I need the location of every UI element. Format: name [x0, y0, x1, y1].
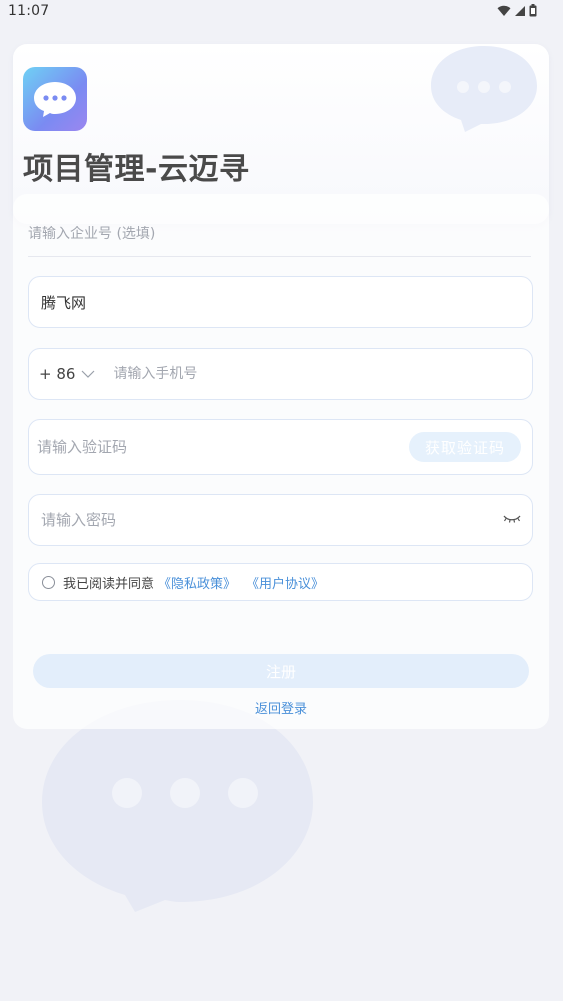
- back-to-login-link[interactable]: 返回登录: [13, 698, 549, 717]
- phone-field[interactable]: + 86: [28, 348, 533, 400]
- header-chat-bubble-decoration: [431, 46, 537, 132]
- status-bar: 11:07: [0, 0, 563, 24]
- register-form: + 86 获取验证码 我已阅读并同意 《隐私政策》: [13, 194, 549, 729]
- chevron-down-icon: [82, 370, 95, 378]
- password-input[interactable]: [39, 510, 483, 530]
- company-id-field[interactable]: [28, 222, 531, 257]
- name-input[interactable]: [39, 292, 523, 312]
- app-title: 项目管理-云迈寻: [23, 152, 250, 187]
- wifi-icon: [497, 5, 511, 16]
- get-code-button[interactable]: 获取验证码: [409, 432, 521, 462]
- register-screen: 11:07 项目管理-云迈寻 请输入企业号 (选填) 腾飞网 + 86 请输入手…: [0, 0, 563, 1001]
- status-icons: [497, 4, 537, 17]
- company-id-input[interactable]: [28, 226, 531, 242]
- register-button[interactable]: 注册: [33, 654, 529, 688]
- password-field[interactable]: [28, 494, 533, 546]
- user-agreement-link[interactable]: 《用户协议》: [246, 573, 324, 592]
- signal-icon: [515, 5, 525, 16]
- privacy-policy-link[interactable]: 《隐私政策》: [158, 573, 236, 592]
- country-code-select[interactable]: + 86: [39, 365, 95, 383]
- name-field[interactable]: [28, 276, 533, 328]
- status-time: 11:07: [8, 3, 50, 19]
- verification-code-input[interactable]: [35, 437, 399, 457]
- app-logo: [23, 67, 87, 131]
- agreement-radio[interactable]: [42, 575, 55, 589]
- verification-code-field[interactable]: 获取验证码: [28, 419, 533, 475]
- chat-bubble-icon: [34, 82, 76, 117]
- agreement-text: 我已阅读并同意: [63, 576, 155, 592]
- agreement-row: 我已阅读并同意 《隐私政策》 《用户协议》: [28, 563, 533, 601]
- battery-icon: [529, 4, 537, 17]
- country-code-label: + 86: [39, 365, 76, 383]
- phone-input[interactable]: [111, 365, 496, 383]
- eye-closed-icon[interactable]: [502, 512, 522, 526]
